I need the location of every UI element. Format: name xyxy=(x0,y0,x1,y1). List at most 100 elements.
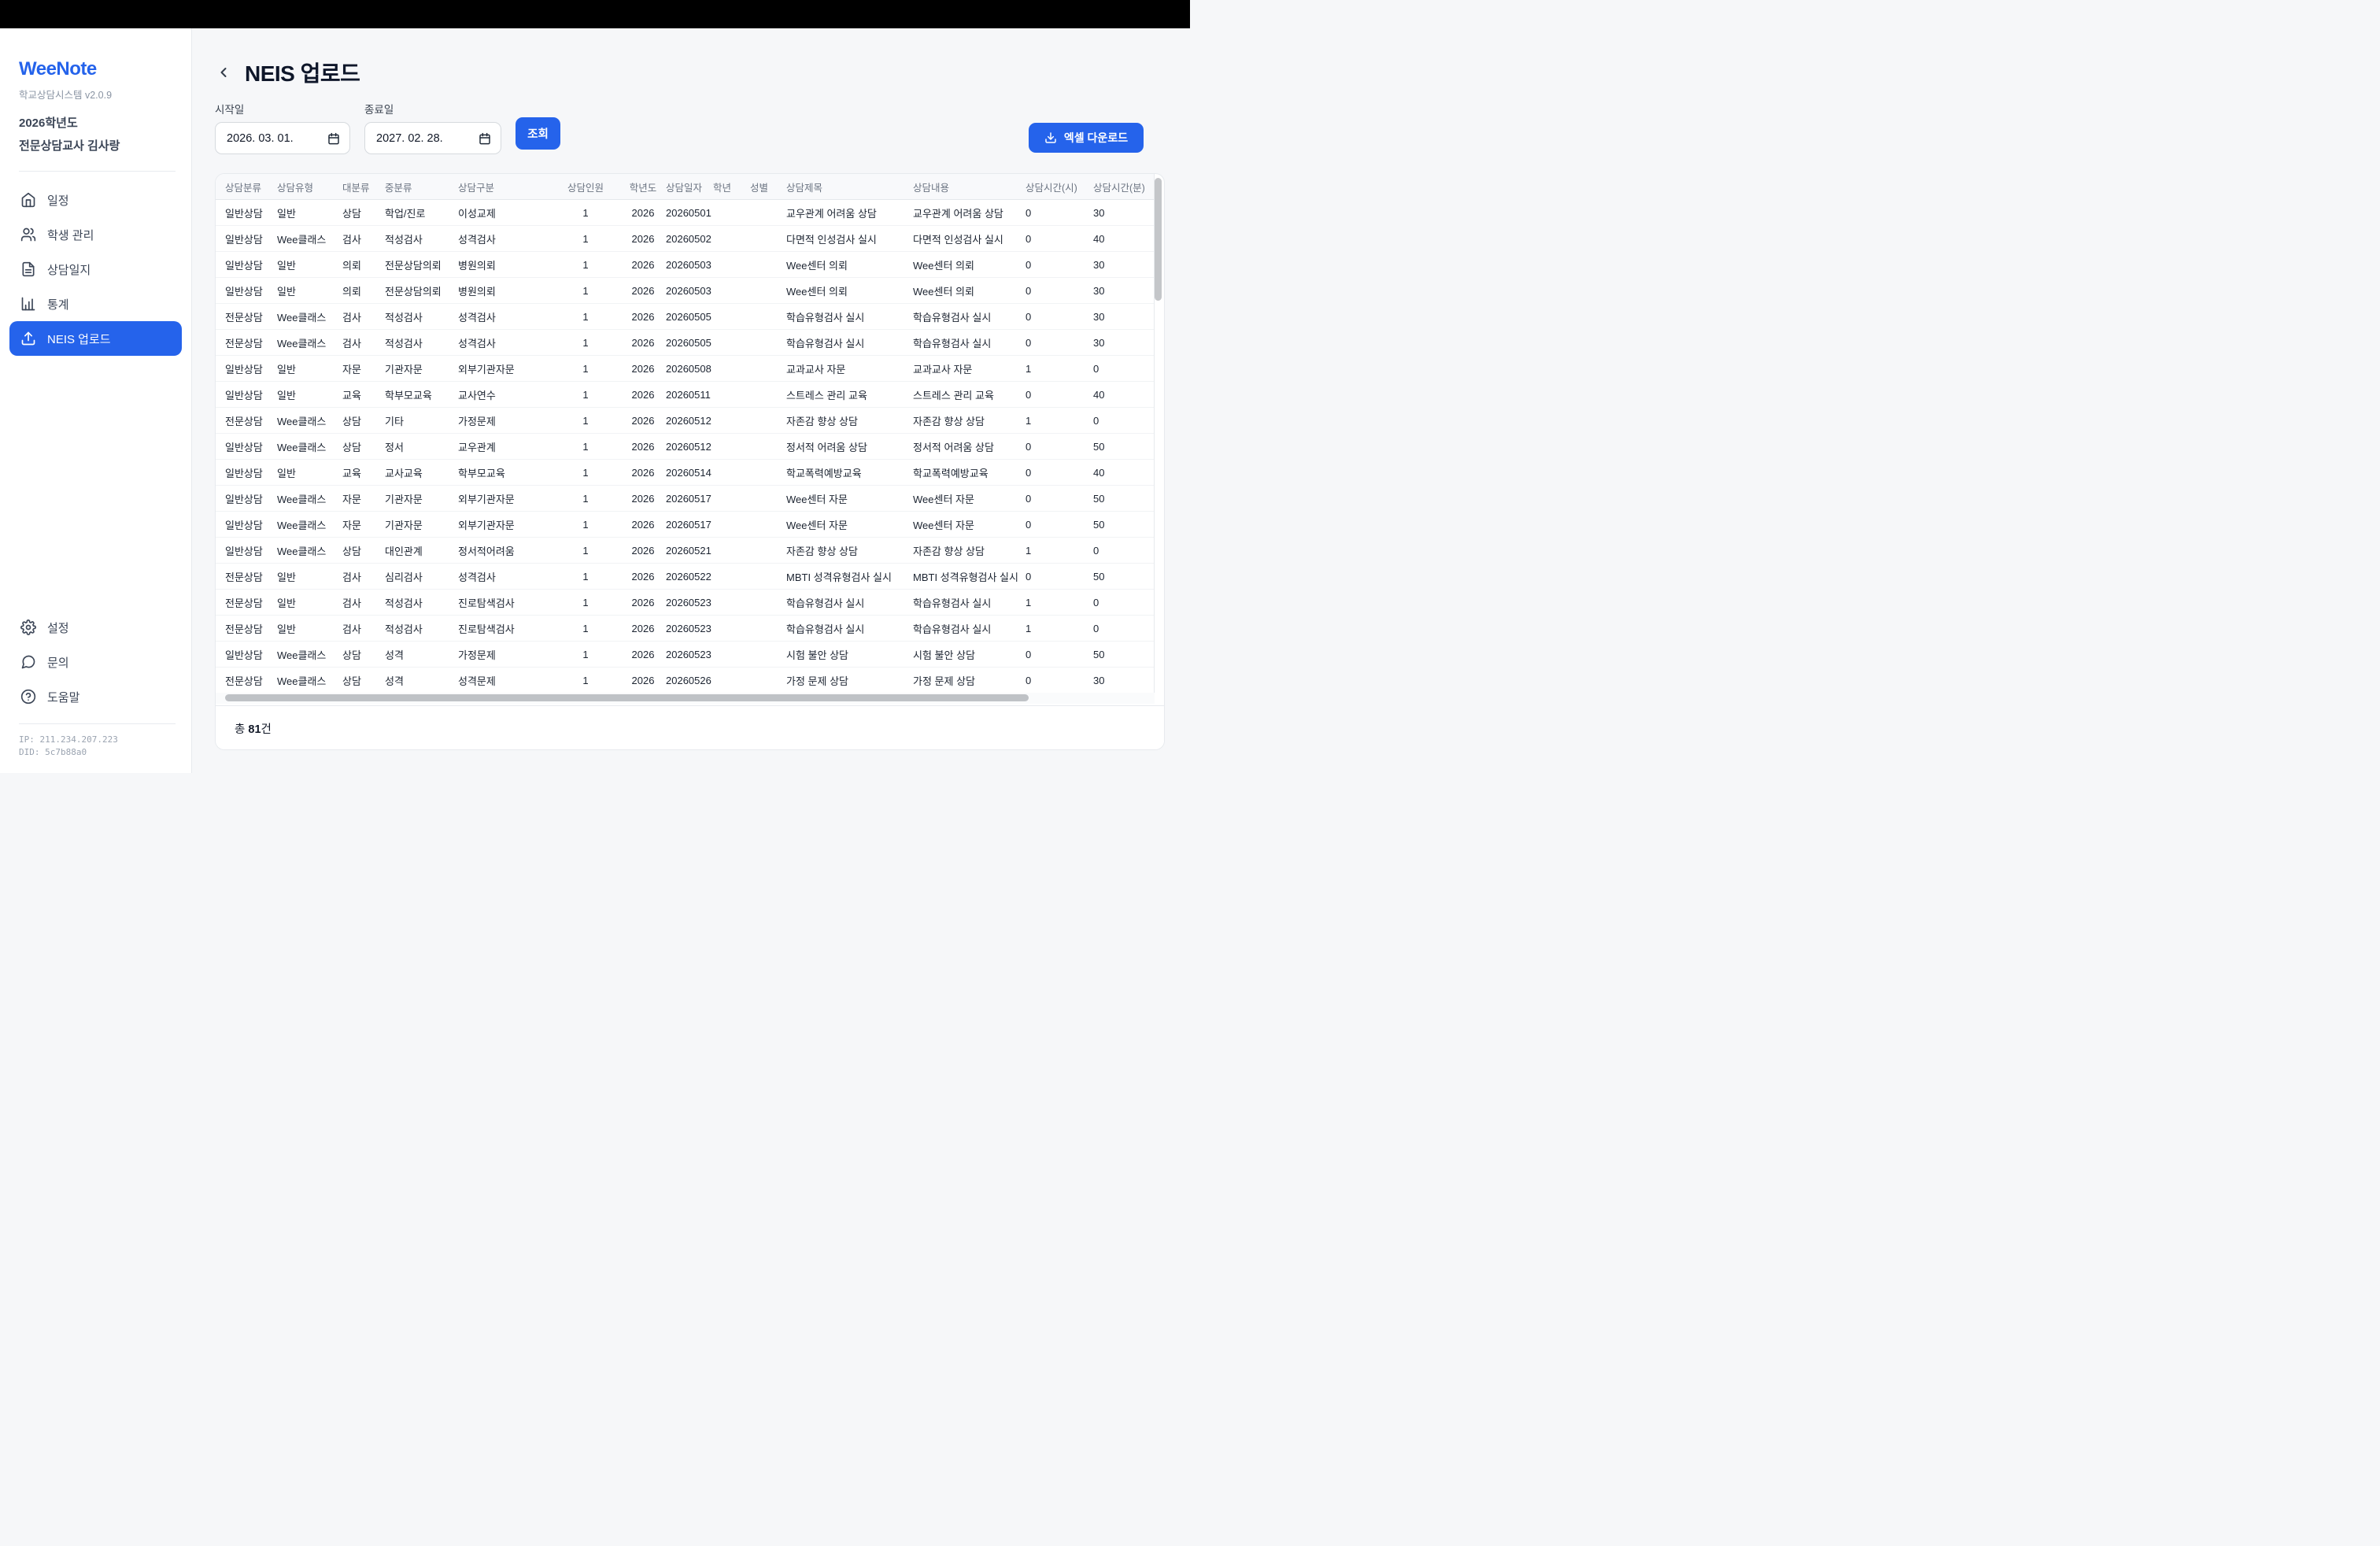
column-header-12: 상담내용 xyxy=(913,179,1026,194)
table-cell: 0 xyxy=(1026,467,1093,479)
calendar-icon[interactable] xyxy=(327,132,340,145)
table-cell: 상담 xyxy=(342,439,385,454)
sidebar-item-label: 학생 관리 xyxy=(47,227,94,243)
table-cell: 1 xyxy=(551,493,620,505)
table-cell: 2026 xyxy=(620,571,666,583)
users-icon xyxy=(20,227,36,242)
sidebar-item-students[interactable]: 학생 관리 xyxy=(0,217,191,252)
table-cell: 0 xyxy=(1026,389,1093,401)
table-cell: Wee센터 의뢰 xyxy=(786,283,913,298)
vertical-scrollbar[interactable] xyxy=(1155,176,1162,705)
sidebar-item-counsel-log[interactable]: 상담일지 xyxy=(0,252,191,287)
table-cell: 성격검사 xyxy=(458,231,551,246)
table-cell: 일반 xyxy=(277,257,342,272)
table-cell: 학습유형검사 실시 xyxy=(786,335,913,350)
table-cell: 외부기관자문 xyxy=(458,491,551,506)
table-cell: 0 xyxy=(1026,571,1093,583)
table-cell: 의뢰 xyxy=(342,257,385,272)
horizontal-scrollbar-thumb[interactable] xyxy=(225,694,1029,701)
sidebar-item-neis-upload[interactable]: NEIS 업로드 xyxy=(9,321,182,356)
settings-icon xyxy=(20,620,36,635)
excel-download-button[interactable]: 엑셀 다운로드 xyxy=(1029,123,1144,153)
table-cell: 교우관계 어려움 상담 xyxy=(913,205,1026,220)
table-cell: 성격검사 xyxy=(458,335,551,350)
table-cell: 일반상담 xyxy=(225,543,277,558)
vertical-scrollbar-thumb[interactable] xyxy=(1155,178,1162,301)
table-cell: 이성교제 xyxy=(458,205,551,220)
table-row: 전문상담Wee클래스검사적성검사성격검사1202620260505학습유형검사 … xyxy=(216,330,1154,356)
table-cell: 0 xyxy=(1093,415,1154,427)
table-cell: 20260508 xyxy=(666,363,713,375)
sidebar-item-inquiry[interactable]: 문의 xyxy=(0,645,191,679)
table-cell: 0 xyxy=(1026,207,1093,219)
page-header: NEIS 업로드 xyxy=(215,57,360,88)
table-cell: 2026 xyxy=(620,389,666,401)
table-cell: 20260501 xyxy=(666,207,713,219)
current-user: 전문상담교사 김사랑 xyxy=(19,137,172,153)
table-cell: 학습유형검사 실시 xyxy=(786,595,913,610)
table-cell: 교우관계 xyxy=(458,439,551,454)
table-cell: 1 xyxy=(1026,545,1093,557)
table-cell: 0 xyxy=(1093,623,1154,634)
main-content: NEIS 업로드 시작일 2026. 03. 01. 종료일 2027. 02.… xyxy=(193,28,1190,773)
table-row: 일반상담Wee클래스상담성격가정문제1202620260523시험 불안 상담시… xyxy=(216,642,1154,668)
help-icon xyxy=(20,689,36,705)
page-title: NEIS 업로드 xyxy=(245,57,360,88)
start-date-input[interactable]: 2026. 03. 01. xyxy=(215,122,350,154)
horizontal-scrollbar[interactable] xyxy=(216,693,1155,704)
table-cell: Wee클래스 xyxy=(277,673,342,688)
table-cell: 교육 xyxy=(342,465,385,480)
end-date-input[interactable]: 2027. 02. 28. xyxy=(364,122,501,154)
table-cell: 교사연수 xyxy=(458,387,551,402)
sidebar-item-statistics[interactable]: 통계 xyxy=(0,287,191,321)
start-date-value: 2026. 03. 01. xyxy=(227,132,294,145)
table-cell: 0 xyxy=(1026,311,1093,323)
table-cell: 40 xyxy=(1093,233,1154,245)
back-button[interactable] xyxy=(215,64,232,81)
calendar-icon[interactable] xyxy=(479,132,491,145)
table-cell: 시험 불안 상담 xyxy=(786,647,913,662)
table-cell: Wee클래스 xyxy=(277,647,342,662)
home-icon xyxy=(20,192,36,208)
table-cell: 1 xyxy=(551,675,620,686)
table-cell: 2026 xyxy=(620,649,666,660)
table-cell: 20260523 xyxy=(666,597,713,608)
table-row: 일반상담일반상담학업/진로이성교제1202620260501교우관계 어려움 상… xyxy=(216,200,1154,226)
results-table-card: 상담분류상담유형대분류중분류상담구분상담인원학년도상담일자학년성별상담제목상담내… xyxy=(215,173,1165,750)
table-cell: 상담 xyxy=(342,413,385,428)
table-row: 전문상담일반검사적성검사진로탐색검사1202620260523학습유형검사 실시… xyxy=(216,590,1154,616)
table-cell: Wee클래스 xyxy=(277,439,342,454)
end-date-group: 종료일 2027. 02. 28. xyxy=(364,101,501,154)
table-cell: 성격검사 xyxy=(458,569,551,584)
table-cell: 상담 xyxy=(342,647,385,662)
table-cell: 대인관계 xyxy=(385,543,458,558)
table-cell: 전문상담 xyxy=(225,621,277,636)
sidebar-item-schedule[interactable]: 일정 xyxy=(0,183,191,217)
table-cell: 상담 xyxy=(342,205,385,220)
total-prefix: 총 xyxy=(235,723,245,736)
top-bar xyxy=(0,0,1190,28)
table-cell: 외부기관자문 xyxy=(458,361,551,376)
table-cell: 학부모교육 xyxy=(458,465,551,480)
table-cell: 0 xyxy=(1093,545,1154,557)
table-cell: 전문상담 xyxy=(225,595,277,610)
table-cell: 1 xyxy=(551,649,620,660)
table-cell: Wee클래스 xyxy=(277,543,342,558)
table-cell: 1 xyxy=(551,623,620,634)
table-cell: 50 xyxy=(1093,493,1154,505)
table-cell: 기타 xyxy=(385,413,458,428)
table-cell: 교육 xyxy=(342,387,385,402)
table-cell: 50 xyxy=(1093,649,1154,660)
table-cell: 심리검사 xyxy=(385,569,458,584)
sidebar-item-label: 일정 xyxy=(47,192,69,209)
table-cell: 1 xyxy=(551,363,620,375)
table-cell: 학습유형검사 실시 xyxy=(913,595,1026,610)
sidebar-item-settings[interactable]: 설정 xyxy=(0,610,191,645)
table-cell: 0 xyxy=(1026,259,1093,271)
table-cell: 검사 xyxy=(342,231,385,246)
table-cell: 학습유형검사 실시 xyxy=(786,621,913,636)
column-header-9: 학년 xyxy=(713,179,750,194)
search-button[interactable]: 조회 xyxy=(516,117,560,150)
table-cell: 1 xyxy=(551,207,620,219)
sidebar-item-help[interactable]: 도움말 xyxy=(0,679,191,714)
